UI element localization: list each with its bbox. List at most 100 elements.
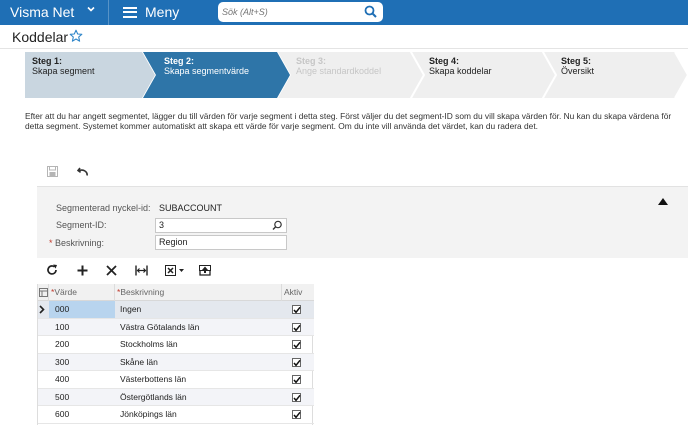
cell-description[interactable]: Västra Götalands län bbox=[115, 319, 282, 336]
table-row[interactable]: 200 Stockholms län bbox=[38, 336, 314, 354]
cell-value[interactable]: 500 bbox=[49, 389, 115, 406]
segment-id-value: 3 bbox=[159, 220, 165, 230]
star-icon[interactable] bbox=[69, 29, 83, 48]
checkmark-icon bbox=[293, 306, 301, 314]
grid-settings-icon bbox=[39, 288, 48, 297]
active-checkbox[interactable] bbox=[292, 322, 301, 332]
step-number: Steg 4: bbox=[429, 56, 460, 66]
cell-description[interactable]: Jönköpings län bbox=[115, 406, 282, 423]
upload-icon[interactable] bbox=[197, 262, 213, 278]
checkmark-icon bbox=[293, 359, 301, 366]
table-row[interactable]: 500 Östergötlands län bbox=[38, 388, 314, 406]
column-header-active[interactable]: Aktiv bbox=[282, 284, 314, 301]
cell-value[interactable]: 300 bbox=[49, 354, 115, 371]
cell-description[interactable]: Ingen bbox=[115, 301, 282, 318]
wizard-steps: Steg 1: Skapa segment Steg 2: Skapa segm… bbox=[25, 52, 688, 98]
table-row[interactable]: 000 Ingen bbox=[38, 301, 314, 319]
checkmark-icon bbox=[293, 394, 301, 401]
checkmark-icon bbox=[293, 376, 301, 384]
cell-value[interactable]: 600 bbox=[49, 406, 115, 423]
refresh-icon[interactable] bbox=[44, 262, 60, 278]
active-checkbox[interactable] bbox=[292, 392, 301, 402]
table-row[interactable]: 100 Västra Götalands län bbox=[38, 318, 314, 336]
menu-label: Meny bbox=[145, 4, 180, 20]
row-selector-column[interactable] bbox=[38, 284, 49, 301]
row-indicator[interactable] bbox=[38, 354, 49, 371]
step-number: Steg 5: bbox=[561, 56, 592, 66]
cell-value[interactable]: 400 bbox=[49, 371, 115, 388]
column-header-description[interactable]: *Beskrivning bbox=[115, 284, 282, 301]
top-navigation-bar: Visma Net Meny bbox=[0, 0, 688, 25]
checkmark-icon bbox=[293, 411, 301, 419]
table-row[interactable]: 300 Skåne län bbox=[38, 353, 314, 371]
wizard-step-1[interactable]: Steg 1: Skapa segment bbox=[32, 52, 95, 98]
description-label: * Beskrivning: bbox=[49, 238, 104, 248]
checkmark-icon bbox=[293, 341, 301, 349]
undo-icon[interactable] bbox=[76, 164, 89, 182]
wizard-step-4[interactable]: Steg 4: Skapa koddelar bbox=[429, 52, 492, 98]
description-field[interactable]: Region bbox=[155, 235, 287, 250]
column-header-description-text: Beskrivning bbox=[120, 287, 165, 297]
segmented-key-label: Segmenterad nyckel-id: bbox=[56, 203, 151, 213]
column-header-value[interactable]: *Värde bbox=[49, 284, 115, 301]
save-icon[interactable] bbox=[47, 164, 58, 182]
grid-toolbar bbox=[37, 258, 688, 283]
description-label-text: Beskrivning: bbox=[55, 238, 105, 248]
table-row[interactable]: 600 Jönköpings län bbox=[38, 406, 314, 424]
chevron-down-icon[interactable] bbox=[86, 4, 96, 17]
cell-description[interactable]: Skåne län bbox=[115, 354, 282, 371]
row-indicator[interactable] bbox=[38, 389, 49, 406]
active-checkbox[interactable] bbox=[292, 375, 301, 384]
search-icon[interactable] bbox=[364, 5, 377, 23]
cell-value[interactable]: 200 bbox=[49, 336, 115, 353]
grid-header: *Värde *Beskrivning Aktiv bbox=[38, 284, 314, 301]
row-indicator[interactable] bbox=[38, 319, 49, 336]
step-label: Skapa segmentvärde bbox=[164, 66, 250, 76]
lookup-search-icon[interactable] bbox=[272, 220, 283, 235]
segment-id-field[interactable]: 3 bbox=[155, 218, 287, 233]
active-checkbox[interactable] bbox=[292, 340, 301, 349]
wizard-step-3: Steg 3: Ange standardkoddel bbox=[296, 52, 381, 98]
wizard-step-2[interactable]: Steg 2: Skapa segmentvärde bbox=[164, 52, 249, 98]
step-label: Skapa koddelar bbox=[429, 66, 492, 76]
active-checkbox[interactable] bbox=[292, 305, 301, 314]
checkmark-icon bbox=[293, 324, 301, 331]
current-row-arrow-icon bbox=[39, 305, 45, 314]
active-checkbox[interactable] bbox=[292, 357, 301, 367]
segment-values-grid: *Värde *Beskrivning Aktiv 000 Ingen 100 Väs… bbox=[37, 284, 314, 425]
search-input[interactable] bbox=[222, 4, 352, 20]
step-label: Översikt bbox=[561, 66, 595, 76]
delete-row-icon[interactable] bbox=[103, 262, 119, 278]
step-label: Skapa segment bbox=[32, 66, 95, 76]
segment-id-label: Segment-ID: bbox=[56, 220, 107, 230]
cell-description[interactable]: Östergötlands län bbox=[115, 389, 282, 406]
table-row[interactable]: 400 Västerbottens län bbox=[38, 371, 314, 389]
step-description: Efter att du har angett segmentet, lägge… bbox=[25, 111, 672, 131]
global-search bbox=[218, 2, 383, 22]
active-checkbox[interactable] bbox=[292, 410, 301, 419]
row-indicator[interactable] bbox=[38, 406, 49, 423]
wizard-step-5[interactable]: Steg 5: Översikt bbox=[561, 52, 594, 98]
step-label: Ange standardkoddel bbox=[296, 66, 382, 76]
row-indicator[interactable] bbox=[38, 371, 49, 388]
required-marker: * bbox=[49, 238, 53, 248]
cell-value[interactable]: 100 bbox=[49, 319, 115, 336]
cell-value[interactable]: 000 bbox=[49, 301, 115, 318]
add-row-icon[interactable] bbox=[74, 262, 90, 278]
segmented-key-value: SUBACCOUNT bbox=[159, 203, 223, 213]
cell-description[interactable]: Västerbottens län bbox=[115, 371, 282, 388]
step-number: Steg 3: bbox=[296, 56, 327, 66]
fit-columns-icon[interactable] bbox=[133, 262, 149, 278]
row-indicator[interactable] bbox=[38, 336, 49, 353]
row-indicator[interactable] bbox=[38, 301, 49, 318]
topbar-divider bbox=[108, 0, 109, 25]
page-header: Koddelar bbox=[0, 25, 688, 49]
export-excel-icon[interactable] bbox=[164, 262, 186, 278]
collapse-triangle-icon[interactable] bbox=[658, 192, 668, 210]
step-number: Steg 1: bbox=[32, 56, 63, 66]
cell-description[interactable]: Stockholms län bbox=[115, 336, 282, 353]
step-number: Steg 2: bbox=[164, 56, 195, 66]
hamburger-icon bbox=[123, 6, 137, 18]
company-selector[interactable]: Visma Net bbox=[10, 4, 74, 20]
menu-button[interactable]: Meny bbox=[123, 4, 179, 20]
